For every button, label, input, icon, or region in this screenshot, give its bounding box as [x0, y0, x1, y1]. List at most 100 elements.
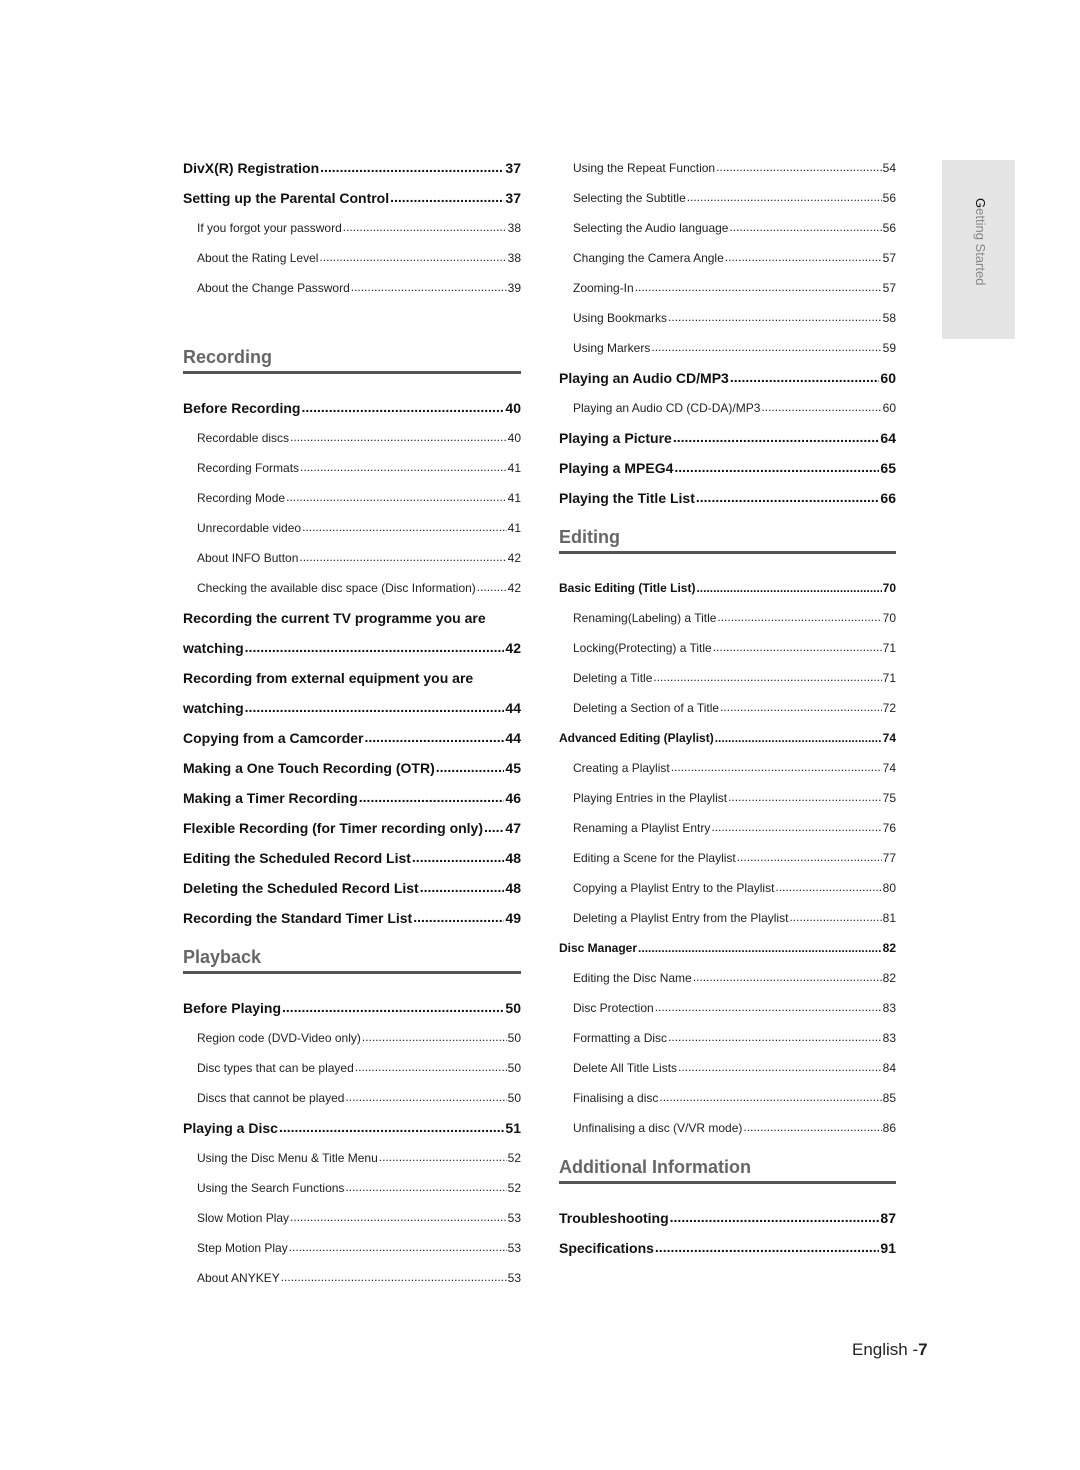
toc-subentry[interactable]: Formatting a Disc 83	[559, 1023, 896, 1053]
toc-subentry[interactable]: Locking(Protecting) a Title 71	[559, 633, 896, 663]
entry-page-number: 48	[505, 850, 521, 866]
toc-entry[interactable]: Deleting the Scheduled Record List 48	[183, 873, 521, 903]
toc-entry[interactable]: Playing a MPEG4 65	[559, 453, 896, 483]
entry-title: Playing the Title List	[559, 490, 695, 506]
entry-title: Disc Protection	[573, 1001, 654, 1015]
toc-subentry[interactable]: About the Change Password 39	[183, 273, 521, 303]
toc-entry[interactable]: Editing the Scheduled Record List 48	[183, 843, 521, 873]
entry-title: Troubleshooting	[559, 1210, 669, 1226]
toc-subentry[interactable]: Discs that cannot be played 50	[183, 1083, 521, 1113]
entry-page-number: 50	[507, 1061, 521, 1075]
chapter-tab-rest: etting Started	[972, 208, 988, 286]
toc-entry[interactable]: Recording the current TV programme you a…	[183, 603, 521, 633]
toc-entry[interactable]: Advanced Editing (Playlist) 74	[559, 723, 896, 753]
toc-subentry[interactable]: Recording Formats 41	[183, 453, 521, 483]
entry-title: Recording the Standard Timer List	[183, 910, 413, 926]
toc-subentry[interactable]: Disc Protection 83	[559, 993, 896, 1023]
toc-subentry[interactable]: Using Markers 59	[559, 333, 896, 363]
dot-leader	[245, 633, 505, 663]
toc-subentry[interactable]: Playing Entries in the Playlist 75	[559, 783, 896, 813]
toc-entry[interactable]: Making a One Touch Recording (OTR) 45	[183, 753, 521, 783]
toc-subentry[interactable]: If you forgot your password 38	[183, 213, 521, 243]
toc-subentry[interactable]: Deleting a Section of a Title 72	[559, 693, 896, 723]
toc-entry[interactable]: Making a Timer Recording 46	[183, 783, 521, 813]
entry-title: Delete All Title Lists	[573, 1061, 678, 1075]
dot-leader	[720, 693, 882, 723]
toc-subentry[interactable]: Checking the available disc space (Disc …	[183, 573, 521, 603]
toc-subentry[interactable]: About ANYKEY 53	[183, 1263, 521, 1293]
toc-subentry[interactable]: Recordable discs 40	[183, 423, 521, 453]
toc-subentry[interactable]: About the Rating Level 38	[183, 243, 521, 273]
toc-subentry[interactable]: Selecting the Audio language 56	[559, 213, 896, 243]
dot-leader	[319, 243, 506, 273]
toc-subentry[interactable]: Editing a Scene for the Playlist 77	[559, 843, 896, 873]
toc-entry[interactable]: Playing a Disc 51	[183, 1113, 521, 1143]
toc-subentry[interactable]: Editing the Disc Name 82	[559, 963, 896, 993]
toc-subentry[interactable]: Using the Disc Menu & Title Menu 52	[183, 1143, 521, 1173]
toc-subentry[interactable]: Finalising a disc 85	[559, 1083, 896, 1113]
toc-subentry[interactable]: Creating a Playlist 74	[559, 753, 896, 783]
toc-entry[interactable]: Troubleshooting 87	[559, 1203, 896, 1233]
entry-title: Basic Editing (Title List)	[559, 581, 696, 595]
toc-subentry[interactable]: Selecting the Subtitle 56	[559, 183, 896, 213]
toc-subentry[interactable]: Copying a Playlist Entry to the Playlist…	[559, 873, 896, 903]
toc-entry[interactable]: Playing a Picture 64	[559, 423, 896, 453]
toc-subentry[interactable]: Using the Repeat Function 54	[559, 153, 896, 183]
dot-leader	[359, 783, 505, 813]
toc-subentry[interactable]: Step Motion Play 53	[183, 1233, 521, 1263]
toc-subentry[interactable]: Deleting a Title 71	[559, 663, 896, 693]
toc-subentry[interactable]: About INFO Button 42	[183, 543, 521, 573]
toc-subentry[interactable]: Delete All Title Lists 84	[559, 1053, 896, 1083]
entry-title: Using Markers	[573, 341, 651, 355]
toc-subentry[interactable]: Region code (DVD-Video only) 50	[183, 1023, 521, 1053]
entry-page-number: 52	[507, 1181, 521, 1195]
toc-entry[interactable]: watching 42	[183, 633, 521, 663]
toc-entry[interactable]: Disc Manager 82	[559, 933, 896, 963]
toc-subentry[interactable]: Using the Search Functions 52	[183, 1173, 521, 1203]
toc-subentry[interactable]: Changing the Camera Angle 57	[559, 243, 896, 273]
entry-page-number: 42	[505, 640, 521, 656]
entry-page-number: 65	[880, 460, 896, 476]
page-footer: English -7	[852, 1340, 928, 1360]
toc-entry[interactable]: Before Playing 50	[183, 993, 521, 1023]
toc-entry[interactable]: Basic Editing (Title List) 70	[559, 573, 896, 603]
toc-subentry[interactable]: Unfinalising a disc (V/VR mode) 86	[559, 1113, 896, 1143]
entry-title: Deleting a Section of a Title	[573, 701, 720, 715]
section-divider	[559, 1181, 896, 1184]
dot-leader	[673, 423, 880, 453]
toc-entry[interactable]: Specifications 91	[559, 1233, 896, 1263]
section-title: Recording	[183, 347, 273, 367]
entry-title: Using Bookmarks	[573, 311, 668, 325]
entry-page-number: 54	[882, 161, 896, 175]
toc-entry[interactable]: Playing the Title List 66	[559, 483, 896, 513]
dot-leader	[671, 753, 882, 783]
toc-subentry[interactable]: Slow Motion Play 53	[183, 1203, 521, 1233]
section-title: Playback	[183, 947, 262, 967]
toc-subentry[interactable]: Zooming-In 57	[559, 273, 896, 303]
toc-entry[interactable]: DivX(R) Registration 37	[183, 153, 521, 183]
toc-subentry[interactable]: Using Bookmarks 58	[559, 303, 896, 333]
toc-entry[interactable]: Flexible Recording (for Timer recording …	[183, 813, 521, 843]
toc-subentry[interactable]: Deleting a Playlist Entry from the Playl…	[559, 903, 896, 933]
entry-title: Renaming a Playlist Entry	[573, 821, 711, 835]
dot-leader	[687, 183, 882, 213]
toc-subentry[interactable]: Playing an Audio CD (CD-DA)/MP3 60	[559, 393, 896, 423]
toc-entry[interactable]: Setting up the Parental Control 37	[183, 183, 521, 213]
toc-entry[interactable]: Copying from a Camcorder 44	[183, 723, 521, 753]
entry-page-number: 45	[505, 760, 521, 776]
toc-entry[interactable]: Before Recording 40	[183, 393, 521, 423]
entry-title: DivX(R) Registration	[183, 160, 320, 176]
toc-subentry[interactable]: Renaming(Labeling) a Title 70	[559, 603, 896, 633]
dot-leader	[362, 1023, 507, 1053]
toc-subentry[interactable]: Unrecordable video 41	[183, 513, 521, 543]
dot-leader	[696, 483, 880, 513]
dot-leader	[674, 453, 879, 483]
toc-entry[interactable]: Recording from external equipment you ar…	[183, 663, 521, 693]
toc-subentry[interactable]: Disc types that can be played 50	[183, 1053, 521, 1083]
toc-entry[interactable]: Playing an Audio CD/MP3 60	[559, 363, 896, 393]
toc-subentry[interactable]: Recording Mode 41	[183, 483, 521, 513]
toc-subentry[interactable]: Renaming a Playlist Entry 76	[559, 813, 896, 843]
toc-entry[interactable]: Recording the Standard Timer List 49	[183, 903, 521, 933]
toc-entry[interactable]: watching 44	[183, 693, 521, 723]
dot-leader	[670, 1203, 880, 1233]
